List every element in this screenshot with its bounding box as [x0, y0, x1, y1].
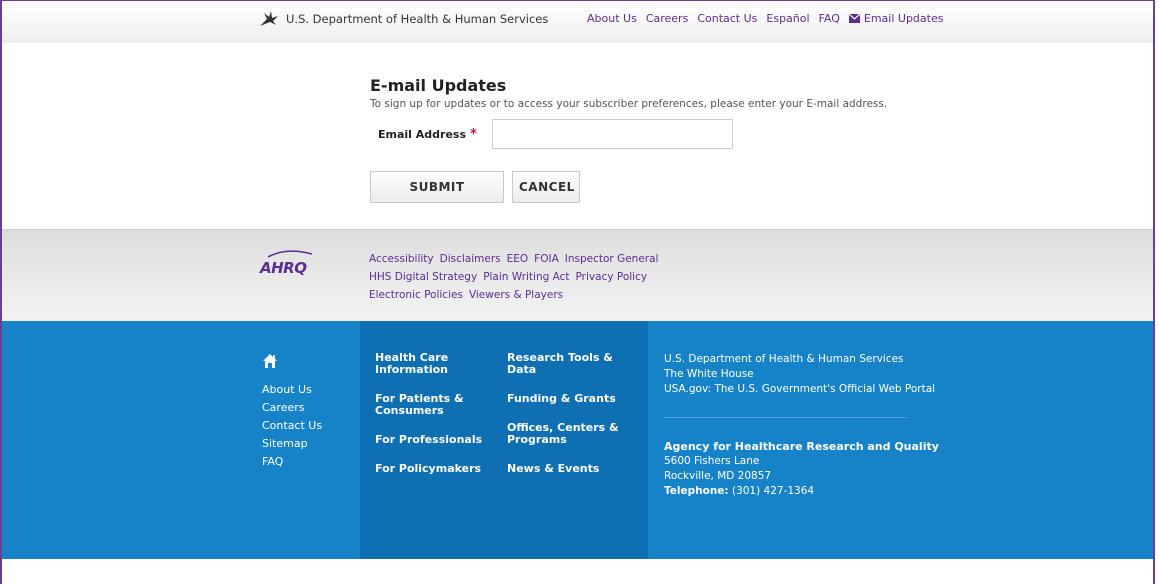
link-disclaimers[interactable]: Disclaimers — [440, 250, 501, 268]
page-frame: U.S. Department of Health & Human Servic… — [0, 0, 1155, 584]
footer-careers[interactable]: Careers — [262, 399, 322, 417]
footer-divider — [664, 417, 908, 418]
nav-contact-us[interactable]: Contact Us — [697, 12, 757, 25]
email-field[interactable] — [492, 119, 733, 149]
submit-button[interactable]: SUBMIT — [370, 171, 504, 203]
hhs-home-link[interactable]: U.S. Department of Health & Human Servic… — [258, 10, 548, 28]
nav-careers[interactable]: Careers — [646, 12, 689, 25]
footer-links-band: AHRQ Accessibility Disclaimers EEO FOIA … — [2, 229, 1153, 322]
link-foia[interactable]: FOIA — [534, 250, 559, 268]
footer-agency-column: U.S. Department of Health & Human Servic… — [664, 352, 939, 499]
ahrq-logo[interactable]: AHRQ — [260, 250, 314, 277]
nav-email-updates[interactable]: Email Updates — [848, 12, 944, 25]
link-plain-writing-act[interactable]: Plain Writing Act — [483, 268, 569, 286]
agency-phone: Telephone: (301) 427-1364 — [664, 484, 939, 499]
footer-for-policymakers[interactable]: For Policymakers — [375, 463, 490, 475]
footer-contact-us[interactable]: Contact Us — [262, 417, 322, 435]
footer-audience-column: Health Care Information For Patients & C… — [375, 352, 490, 492]
top-bar: U.S. Department of Health & Human Servic… — [2, 1, 1153, 43]
nav-faq[interactable]: FAQ — [819, 12, 840, 25]
email-field-row: Email Address * — [378, 119, 887, 149]
footer-resources-column: Research Tools & Data Funding & Grants O… — [507, 352, 637, 492]
top-nav: About Us Careers Contact Us Español FAQ … — [587, 12, 943, 25]
link-privacy-policy[interactable]: Privacy Policy — [576, 268, 648, 286]
footer-for-patients[interactable]: For Patients & Consumers — [375, 393, 490, 417]
email-label: Email Address — [378, 127, 467, 141]
agency-address-line1: 5600 Fishers Lane — [664, 455, 760, 467]
link-hhs-digital-strategy[interactable]: HHS Digital Strategy — [369, 268, 477, 286]
form-buttons: SUBMIT CANCEL — [370, 171, 887, 203]
agency-name: Agency for Healthcare Research and Quali… — [664, 440, 939, 453]
link-viewers-players[interactable]: Viewers & Players — [469, 286, 563, 304]
email-updates-label: Email Updates — [863, 12, 944, 25]
agency-address-line2: Rockville, MD 20857 — [664, 470, 772, 482]
hhs-name: U.S. Department of Health & Human Servic… — [286, 12, 549, 26]
policy-links: Accessibility Disclaimers EEO FOIA Inspe… — [369, 250, 658, 304]
footer-white-house-link[interactable]: The White House — [664, 367, 939, 382]
phone-label: Telephone: — [664, 485, 729, 497]
footer-health-care-information[interactable]: Health Care Information — [375, 352, 490, 376]
nav-espanol[interactable]: Español — [766, 12, 809, 25]
cancel-button[interactable]: CANCEL — [512, 171, 580, 203]
home-icon[interactable] — [262, 353, 322, 375]
footer-sitemap[interactable]: Sitemap — [262, 435, 322, 453]
ahrq-swoosh-icon — [267, 250, 313, 258]
ahrq-logo-text: AHRQ — [260, 259, 307, 277]
link-accessibility[interactable]: Accessibility — [369, 250, 434, 268]
envelope-icon — [848, 14, 860, 23]
hhs-eagle-icon — [260, 11, 278, 26]
footer-hhs-link[interactable]: U.S. Department of Health & Human Servic… — [664, 352, 939, 367]
footer-funding-grants[interactable]: Funding & Grants — [507, 393, 637, 405]
link-inspector-general[interactable]: Inspector General — [565, 250, 659, 268]
email-updates-form: E-mail Updates To sign up for updates or… — [370, 76, 887, 203]
footer-for-professionals[interactable]: For Professionals — [375, 434, 490, 446]
form-description: To sign up for updates or to access your… — [370, 98, 888, 110]
link-electronic-policies[interactable]: Electronic Policies — [369, 286, 463, 304]
nav-about-us[interactable]: About Us — [587, 12, 637, 25]
footer-offices-centers[interactable]: Offices, Centers & Programs — [507, 422, 637, 446]
required-marker: * — [470, 126, 477, 142]
link-eeo[interactable]: EEO — [507, 250, 529, 268]
footer-research-tools[interactable]: Research Tools & Data — [507, 352, 637, 376]
footer-home-column: About Us Careers Contact Us Sitemap FAQ — [262, 353, 322, 471]
footer-faq[interactable]: FAQ — [262, 453, 322, 471]
footer-news-events[interactable]: News & Events — [507, 463, 637, 475]
footer-usa-gov-link[interactable]: USA.gov: The U.S. Government's Official … — [664, 382, 939, 397]
page-title: E-mail Updates — [370, 76, 507, 95]
footer-about-us[interactable]: About Us — [262, 381, 322, 399]
phone-number: (301) 427-1364 — [731, 485, 815, 497]
footer-main: About Us Careers Contact Us Sitemap FAQ … — [2, 321, 1153, 559]
